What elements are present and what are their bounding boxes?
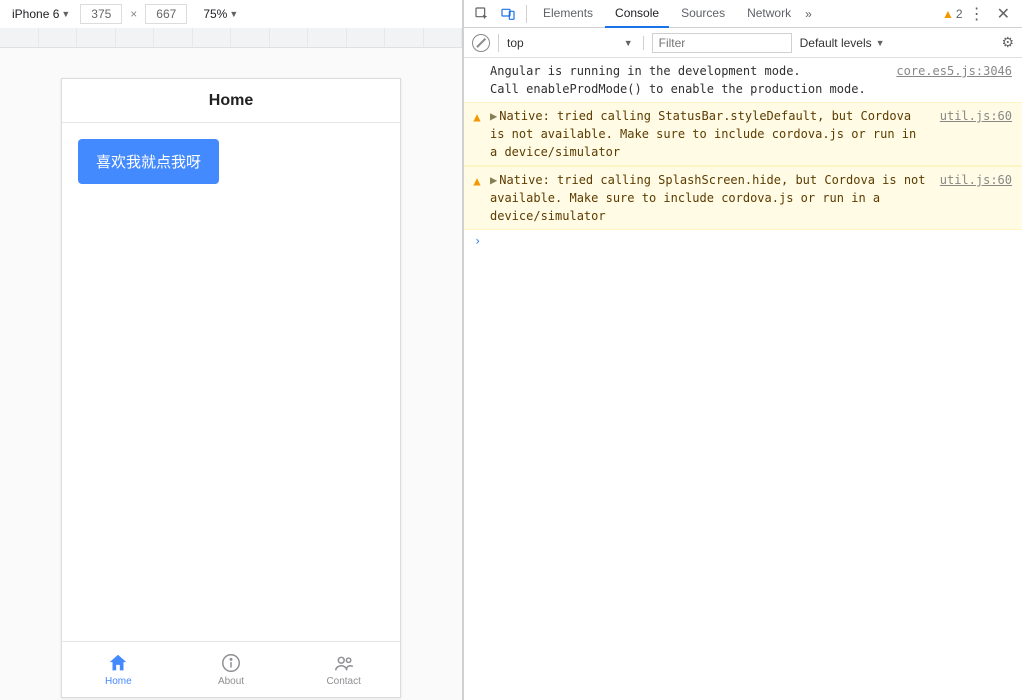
zoom-value: 75% [203,7,227,21]
width-input[interactable]: 375 [80,4,122,24]
warning-count: 2 [956,7,963,21]
log-message: ▶Native: tried calling StatusBar.styleDe… [490,107,930,161]
log-message: ▶Native: tried calling SplashScreen.hide… [490,171,930,225]
chevron-down-icon: ▼ [876,38,885,48]
device-preview-pane: iPhone 6 ▼ 375 × 667 75% ▼ Home 喜欢我就点我呀 … [0,0,462,700]
console-prompt[interactable]: › [464,230,1022,252]
warning-icon: ▲ [942,7,954,21]
tab-elements[interactable]: Elements [533,0,603,28]
ruler [0,28,462,48]
dimension-x-label: × [128,7,139,21]
log-entry-info[interactable]: Angular is running in the development mo… [464,58,1022,102]
warning-icon: ▲ [470,108,484,126]
tab-label: Contact [326,676,360,687]
phone-frame: Home 喜欢我就点我呀 Home About Contact [61,78,401,698]
app-tabbar: Home About Contact [62,641,400,697]
divider [526,5,527,23]
console-output: Angular is running in the development mo… [464,58,1022,700]
info-icon [220,652,242,674]
home-icon [107,652,129,674]
tab-console[interactable]: Console [605,0,669,28]
height-input[interactable]: 667 [145,4,187,24]
tab-about[interactable]: About [175,642,288,697]
toggle-device-button[interactable] [496,2,520,26]
chevron-down-icon: ▼ [624,38,633,48]
warning-icon: ▲ [470,172,484,190]
close-devtools-button[interactable]: ✕ [991,4,1016,24]
expand-icon[interactable]: ▶ [490,109,497,123]
context-selector[interactable]: top ▼ [507,36,644,50]
log-source[interactable]: core.es5.js:3046 [896,62,1012,80]
app-content: 喜欢我就点我呀 [62,123,400,641]
app-header: Home [62,79,400,123]
console-settings-button[interactable]: ⚙ [1001,34,1014,51]
level-label: Default levels [800,36,872,50]
zoom-selector[interactable]: 75% ▼ [203,7,238,21]
device-name: iPhone 6 [12,7,59,21]
log-entry-warn[interactable]: ▲ ▶Native: tried calling SplashScreen.hi… [464,166,1022,230]
kebab-menu-button[interactable]: ⋮ [965,4,989,24]
log-message: Angular is running in the development mo… [490,62,886,98]
expand-icon[interactable]: ▶ [490,173,497,187]
tab-home[interactable]: Home [62,642,175,697]
device-canvas: Home 喜欢我就点我呀 Home About Contact [0,48,462,700]
devtools-pane: Elements Console Sources Network » ▲ 2 ⋮… [462,0,1022,700]
chevron-down-icon: ▼ [61,9,70,19]
tab-sources[interactable]: Sources [671,0,735,28]
primary-button[interactable]: 喜欢我就点我呀 [78,139,219,184]
log-source[interactable]: util.js:60 [940,171,1012,189]
console-filter-bar: top ▼ Default levels ▼ ⚙ [464,28,1022,58]
tab-network[interactable]: Network [737,0,801,28]
log-level-selector[interactable]: Default levels ▼ [800,36,885,50]
more-tabs-button[interactable]: » [803,7,814,21]
device-toolbar: iPhone 6 ▼ 375 × 667 75% ▼ [0,0,462,28]
page-title: Home [209,92,253,110]
divider [498,34,499,52]
warning-badge[interactable]: ▲ 2 [942,7,963,21]
chevron-down-icon: ▼ [229,9,238,19]
inspect-element-button[interactable] [470,2,494,26]
tab-label: About [218,676,244,687]
context-label: top [507,36,524,50]
contacts-icon [333,652,355,674]
tab-label: Home [105,676,132,687]
devtools-tabbar: Elements Console Sources Network » ▲ 2 ⋮… [464,0,1022,28]
clear-console-button[interactable] [472,34,490,52]
filter-input[interactable] [652,33,792,53]
log-source[interactable]: util.js:60 [940,107,1012,125]
tab-contact[interactable]: Contact [287,642,400,697]
device-selector[interactable]: iPhone 6 ▼ [8,7,74,21]
log-entry-warn[interactable]: ▲ ▶Native: tried calling StatusBar.style… [464,102,1022,166]
